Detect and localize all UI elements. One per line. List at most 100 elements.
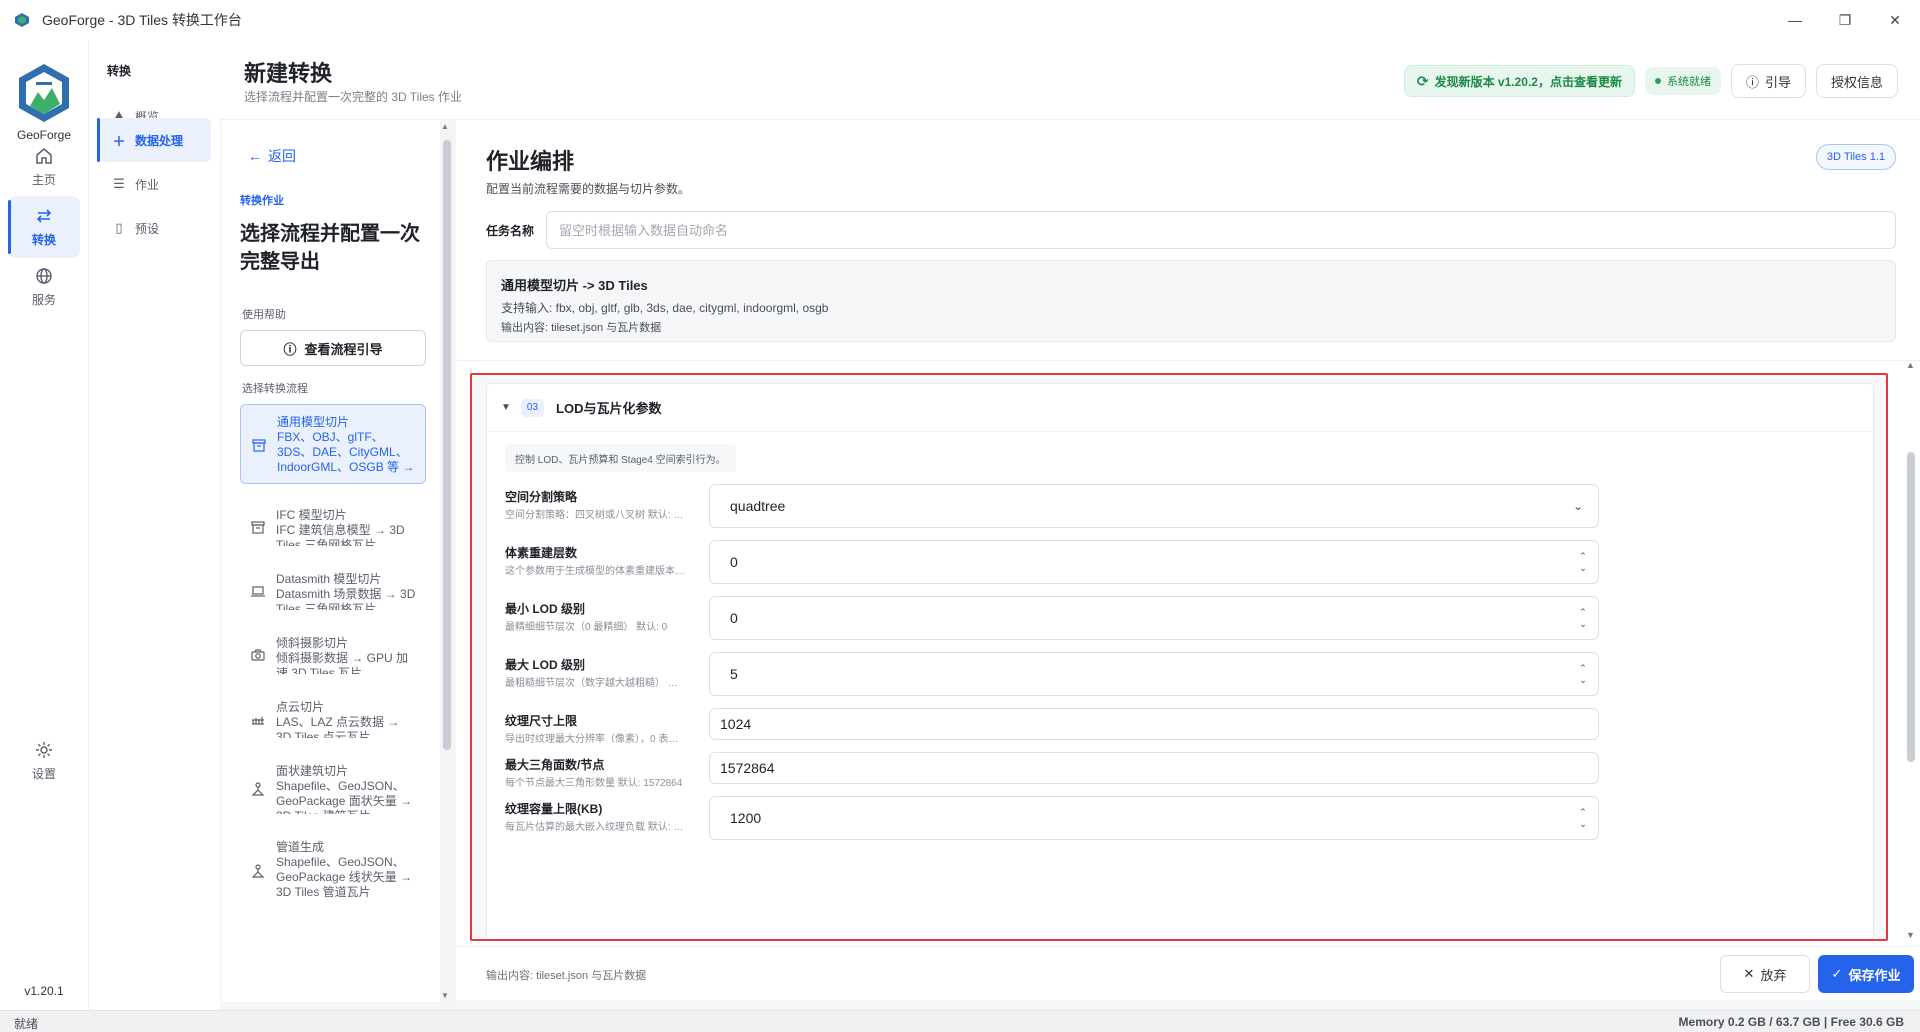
subnav-item-presets[interactable]: ▯ 预设 bbox=[99, 206, 211, 250]
gear-icon bbox=[36, 742, 52, 758]
input-value: 1572864 bbox=[720, 760, 775, 776]
pipeline-outputs: 输出内容: tileset.json 与瓦片数据 bbox=[501, 322, 662, 334]
secondary-nav: 转换 ⛰ 概览 ＋ 数据处理 ☰ 作业 ▯ 预设 bbox=[88, 40, 220, 1010]
pipeline-title: 通用模型切片 -> 3D Tiles bbox=[501, 278, 648, 293]
flow-item-building[interactable]: 面状建筑切片 Shapefile、GeoJSON、GeoPackage 面状矢量 … bbox=[240, 754, 426, 822]
max-triangles-input[interactable]: 1572864 bbox=[709, 752, 1599, 784]
laptop-icon bbox=[250, 572, 266, 610]
scrollbar-thumb[interactable] bbox=[1907, 452, 1915, 762]
step-number-badge: 03 bbox=[520, 398, 545, 417]
info-icon: ⓘ bbox=[1745, 74, 1759, 90]
split-strategy-select[interactable]: quadtree ⌄ bbox=[709, 484, 1599, 528]
minimize-button[interactable]: — bbox=[1770, 0, 1820, 40]
app-version: v1.20.1 bbox=[24, 984, 64, 998]
field-label: 最小 LOD 级别 bbox=[505, 602, 585, 616]
window-controls: — ❐ ✕ bbox=[1770, 0, 1920, 40]
window-title: GeoForge - 3D Tiles 转换工作台 bbox=[42, 12, 242, 28]
scroll-down-icon[interactable]: ▼ bbox=[1906, 930, 1915, 940]
stepper-value: 1200 bbox=[730, 810, 762, 826]
rail-item-label: 服务 bbox=[31, 293, 56, 307]
task-name-input[interactable] bbox=[546, 211, 1896, 249]
scroll-down-icon[interactable]: ▼ bbox=[441, 991, 449, 1000]
box-icon bbox=[251, 415, 267, 475]
max-lod-stepper[interactable]: 5 ⌃ ⌄ bbox=[709, 652, 1599, 696]
subnav-item-jobs[interactable]: ☰ 作业 bbox=[99, 162, 211, 206]
flow-item-title: Datasmith 模型切片 bbox=[276, 572, 382, 586]
spinner-arrows-icon[interactable]: ⌃ ⌄ bbox=[1568, 806, 1598, 830]
page-header: 新建转换 选择流程并配置一次完整的 3D Tiles 作业 ⟳ 发现新版本 v1… bbox=[220, 40, 1920, 120]
rail-item-convert[interactable]: 转换 bbox=[8, 196, 80, 258]
rail-item-settings[interactable]: 设置 bbox=[8, 730, 80, 792]
discard-button[interactable]: ✕ 放弃 bbox=[1720, 955, 1810, 993]
field-label: 纹理容量上限(KB) bbox=[505, 802, 603, 816]
pipe-icon bbox=[250, 840, 266, 902]
flow-item-pipe[interactable]: 管道生成 Shapefile、GeoJSON、GeoPackage 线状矢量 → … bbox=[240, 830, 426, 910]
field-help: 最粗糙细节层次（数字越大越粗糙） 默认: 5 bbox=[505, 678, 687, 689]
save-label: 保存作业 bbox=[1848, 967, 1901, 983]
guide-label: 引导 bbox=[1764, 74, 1791, 90]
flow-item-ifc[interactable]: IFC 模型切片 IFC 建筑信息模型 → 3D Tiles 三角网格瓦片 bbox=[240, 498, 426, 554]
convert-icon bbox=[36, 209, 52, 223]
tiles-version-badge: 3D Tiles 1.1 bbox=[1815, 144, 1896, 170]
status-dot-icon bbox=[1654, 78, 1661, 84]
flow-title: 选择流程并配置一次完整导出 bbox=[240, 223, 420, 273]
workflow-panel: ← 返回 转换作业 选择流程并配置一次完整导出 使用帮助 ⓘ 查看流程引导 选择… bbox=[222, 120, 440, 1002]
flow-item-datasmith[interactable]: Datasmith 模型切片 Datasmith 场景数据 → 3D Tiles … bbox=[240, 562, 426, 618]
update-notice-button[interactable]: ⟳ 发现新版本 v1.20.2，点击查看更新 bbox=[1403, 65, 1635, 97]
flow-item-desc: Datasmith 场景数据 → 3D Tiles 三角网格瓦片 bbox=[276, 587, 416, 610]
flow-item-generic-model[interactable]: 通用模型切片 FBX、OBJ、glTF、3DS、DAE、CityGML、Indoo… bbox=[240, 404, 426, 484]
back-link[interactable]: ← 返回 bbox=[248, 146, 296, 166]
caret-down-icon[interactable]: ▼ bbox=[501, 402, 511, 413]
scrollbar-thumb[interactable] bbox=[443, 140, 451, 750]
page-subtitle: 选择流程并配置一次完整的 3D Tiles 作业 bbox=[244, 90, 463, 104]
field-help: 这个参数用于生成模型的体素重建版本，不同层数对应不同精度 bbox=[505, 566, 687, 577]
flow-item-oblique[interactable]: 倾斜摄影切片 倾斜摄影数据 → GPU 加速 3D Tiles 瓦片 bbox=[240, 626, 426, 682]
pipeline-info-card: 通用模型切片 -> 3D Tiles 支持输入: fbx, obj, gltf,… bbox=[486, 260, 1896, 342]
title-bar: GeoForge - 3D Tiles 转换工作台 — ❐ ✕ bbox=[0, 0, 1920, 40]
flow-item-desc: Shapefile、GeoJSON、GeoPackage 线状矢量 → 3D T… bbox=[276, 855, 413, 899]
subnav-item-data-processing[interactable]: ＋ 数据处理 bbox=[97, 118, 211, 162]
task-name-label: 任务名称 bbox=[486, 224, 535, 238]
flow-item-title: 管道生成 bbox=[276, 840, 325, 854]
restore-icon: ❐ bbox=[1838, 11, 1852, 28]
close-button[interactable]: ✕ bbox=[1870, 0, 1920, 40]
geoforge-logo-icon bbox=[19, 64, 69, 122]
restore-button[interactable]: ❐ bbox=[1820, 0, 1870, 40]
spinner-arrows-icon[interactable]: ⌃ ⌄ bbox=[1568, 550, 1598, 574]
flow-item-desc: IFC 建筑信息模型 → 3D Tiles 三角网格瓦片 bbox=[276, 523, 405, 546]
workflow-scrollbar[interactable]: ▲ ▼ bbox=[440, 120, 454, 1002]
chevron-down-icon: ⌄ bbox=[1572, 499, 1584, 513]
scroll-up-icon[interactable]: ▲ bbox=[441, 122, 449, 131]
guide-button[interactable]: ⓘ 引导 bbox=[1730, 64, 1806, 98]
min-lod-stepper[interactable]: 0 ⌃ ⌄ bbox=[709, 596, 1599, 640]
rail-item-home[interactable]: 主页 bbox=[8, 136, 80, 198]
flow-item-title: 点云切片 bbox=[276, 700, 325, 714]
subnav-item-label: 作业 bbox=[135, 177, 160, 192]
license-button[interactable]: 授权信息 bbox=[1815, 64, 1898, 98]
field-label: 体素重建层数 bbox=[505, 546, 578, 560]
arrow-left-icon: ← bbox=[248, 148, 262, 164]
texture-budget-stepper[interactable]: 1200 ⌃ ⌄ bbox=[709, 796, 1599, 840]
editor-scrollbar[interactable]: ▲ ▼ bbox=[1904, 360, 1918, 940]
field-help: 每个节点最大三角形数量 默认: 1572864 bbox=[505, 778, 683, 789]
subnav-title: 转换 bbox=[107, 64, 132, 78]
spinner-arrows-icon[interactable]: ⌃ ⌄ bbox=[1568, 662, 1598, 686]
save-job-button[interactable]: ✓ 保存作业 bbox=[1818, 955, 1914, 993]
voxel-levels-stepper[interactable]: 0 ⌃ ⌄ bbox=[709, 540, 1599, 584]
spinner-arrows-icon[interactable]: ⌃ ⌄ bbox=[1568, 606, 1598, 630]
texture-size-input[interactable]: 1024 bbox=[709, 708, 1599, 740]
memory-readout: Memory 0.2 GB / 63.7 GB | Free 30.6 GB bbox=[1678, 1015, 1904, 1029]
scroll-up-icon[interactable]: ▲ bbox=[1906, 360, 1915, 370]
panel-header[interactable]: ▼ 03 LOD与瓦片化参数 bbox=[487, 384, 1875, 432]
view-guide-button[interactable]: ⓘ 查看流程引导 bbox=[240, 330, 426, 366]
rail-item-label: 主页 bbox=[31, 173, 56, 187]
section-title: 作业编排 bbox=[486, 149, 575, 174]
status-text: 系统就绪 bbox=[1666, 76, 1711, 88]
home-icon bbox=[36, 148, 52, 164]
flow-item-pointcloud[interactable]: 点云切片 LAS、LAZ 点云数据 → 3D Tiles 点云瓦片 bbox=[240, 690, 426, 746]
panel-hint: 控制 LOD、瓦片预算和 Stage4 空间索引行为。 bbox=[505, 444, 736, 472]
select-value: quadtree bbox=[730, 498, 786, 514]
rail-item-service[interactable]: 服务 bbox=[8, 256, 80, 318]
flow-item-title: 倾斜摄影切片 bbox=[276, 636, 349, 650]
primary-rail: GeoForge 主页 转换 服务 设置 v1.20.1 bbox=[0, 40, 88, 1010]
